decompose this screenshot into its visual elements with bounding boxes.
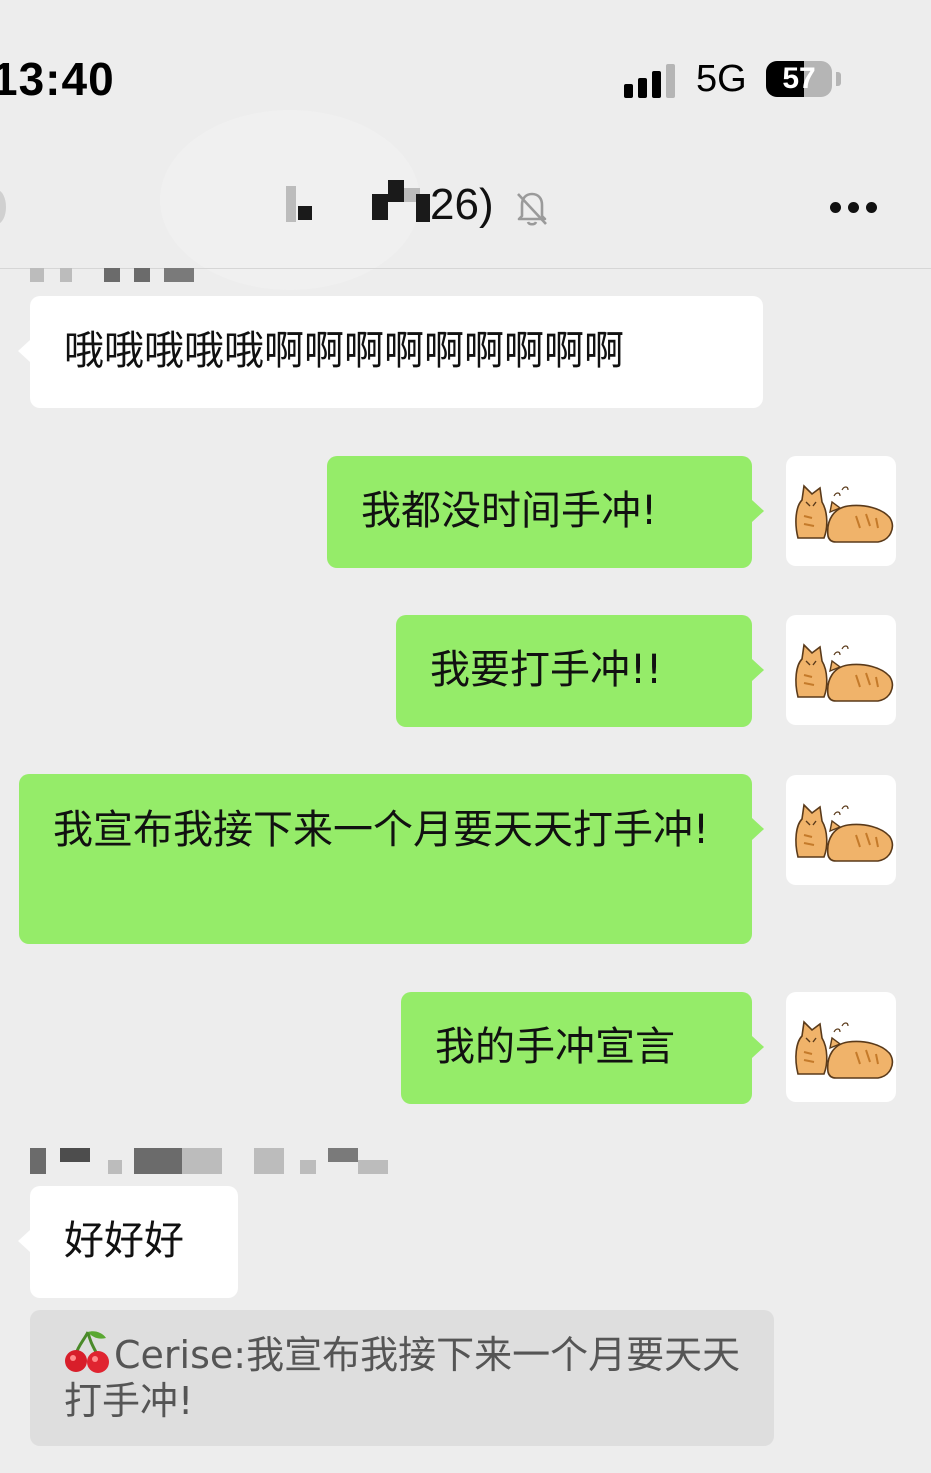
quote-author: Cerise: <box>114 1333 247 1377</box>
message-bubble[interactable]: 哦哦哦哦哦啊啊啊啊啊啊啊啊啊 <box>30 296 763 408</box>
message-text: 我都没时间手冲! <box>361 488 658 534</box>
redacted-pixel <box>134 1148 182 1174</box>
avatar[interactable] <box>786 775 896 885</box>
cats-icon <box>795 484 894 543</box>
redacted-pixel <box>60 1148 90 1162</box>
redacted-pixel <box>108 1160 122 1174</box>
bell-slash-icon <box>513 188 551 228</box>
redacted-pixel <box>372 194 388 220</box>
message-text: 哦哦哦哦哦啊啊啊啊啊啊啊啊啊 <box>64 328 624 374</box>
redacted-pixel <box>388 180 404 202</box>
message-bubble[interactable]: 我的手冲宣言 <box>401 992 752 1104</box>
avatar[interactable] <box>786 456 896 566</box>
bubble-tail <box>752 659 764 681</box>
redacted-pixel <box>104 268 120 282</box>
back-button[interactable] <box>0 190 6 224</box>
chat-title-text: 26) <box>430 180 494 229</box>
redacted-pixel <box>358 1160 388 1174</box>
message-text: 我要打手冲!! <box>430 647 663 693</box>
message-bubble[interactable]: 我宣布我接下来一个月要天天打手冲! <box>19 774 752 944</box>
redacted-pixel <box>60 268 72 282</box>
redacted-pixel <box>30 1148 46 1174</box>
status-time: 13:40 <box>0 53 115 105</box>
message-bubble[interactable]: 我都没时间手冲! <box>327 456 752 568</box>
message-text: 我的手冲宣言 <box>435 1024 675 1070</box>
battery-level: 57 <box>782 62 816 95</box>
bubble-tail <box>752 500 764 522</box>
battery-icon: 57 <box>766 61 832 97</box>
battery-cap <box>836 72 841 86</box>
redacted-pixel <box>30 268 44 282</box>
quoted-message[interactable]: Cerise:我宣布我接下来一个月要天天打手冲! <box>30 1310 774 1446</box>
redacted-pixel <box>300 1160 316 1174</box>
more-icon[interactable] <box>820 196 886 220</box>
cherry-icon <box>64 1328 112 1374</box>
cats-icon <box>795 1020 894 1079</box>
redacted-pixel <box>298 206 312 220</box>
bubble-tail <box>18 340 30 362</box>
redacted-pixel <box>328 1148 358 1162</box>
avatar[interactable] <box>786 992 896 1102</box>
message-bubble[interactable]: 好好好 <box>30 1186 238 1298</box>
avatar[interactable] <box>786 615 896 725</box>
signal-icon <box>624 60 680 98</box>
redacted-pixel <box>254 1148 284 1174</box>
message-text: 我宣布我接下来一个月要天天打手冲! <box>53 807 710 853</box>
cats-icon <box>795 643 894 702</box>
message-text: 好好好 <box>64 1218 184 1264</box>
redacted-pixel <box>134 268 150 282</box>
bubble-tail <box>752 818 764 840</box>
redacted-pixel <box>416 194 430 222</box>
cats-icon <box>795 803 894 862</box>
redacted-pixel <box>164 268 194 282</box>
bubble-tail <box>18 1230 30 1252</box>
network-label: 5G <box>696 58 747 100</box>
bubble-tail <box>752 1036 764 1058</box>
redacted-pixel <box>286 186 296 222</box>
message-bubble[interactable]: 我要打手冲!! <box>396 615 752 727</box>
redacted-pixel <box>182 1148 222 1174</box>
